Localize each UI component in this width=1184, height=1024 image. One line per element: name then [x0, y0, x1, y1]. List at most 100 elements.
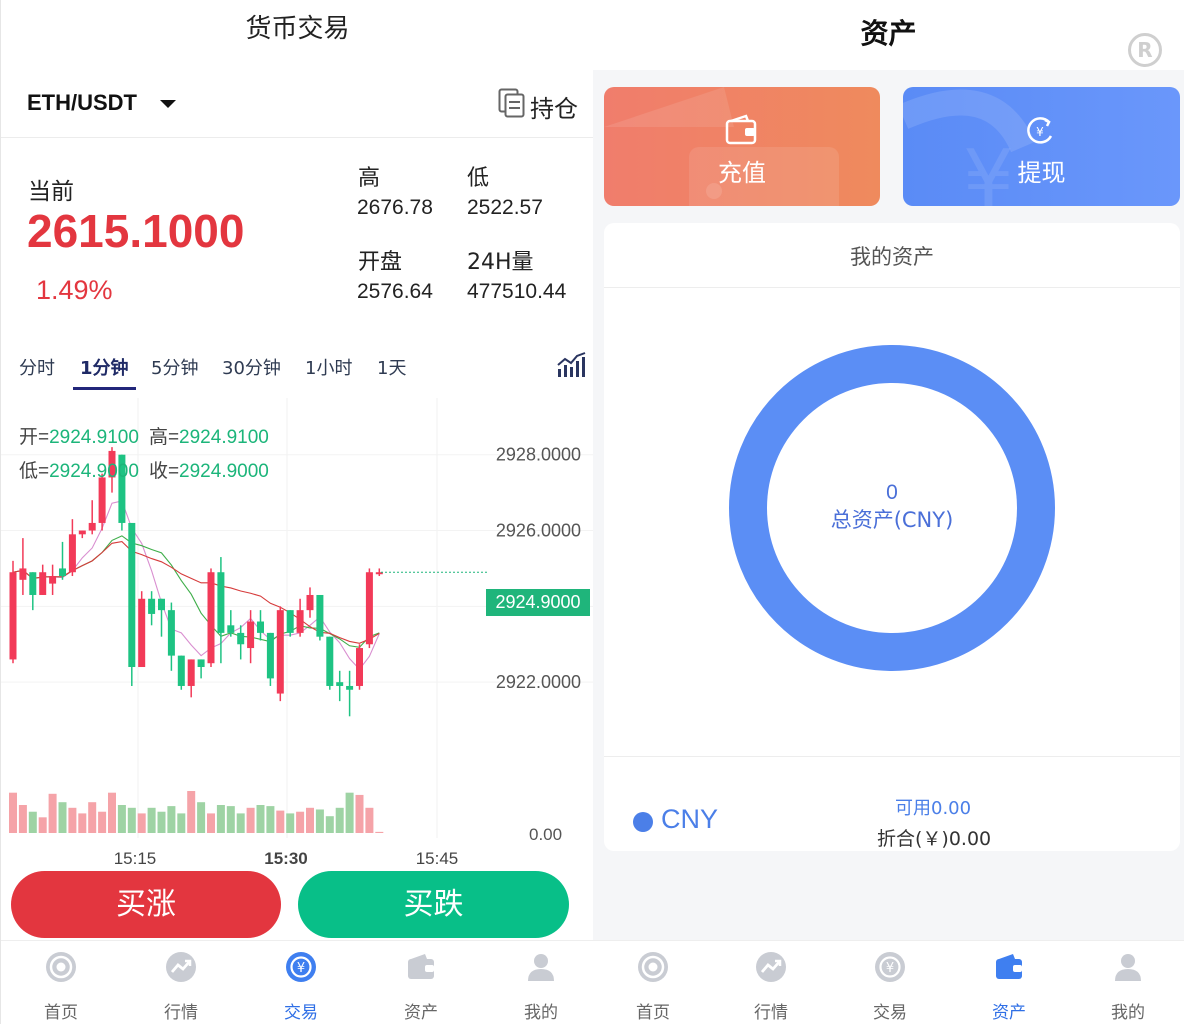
candle-body — [237, 632, 245, 645]
volume-bar — [88, 802, 97, 833]
buy-down-button[interactable]: 买跌 — [298, 871, 569, 938]
svg-text:¥: ¥ — [1036, 125, 1044, 139]
volume-bar — [256, 805, 265, 833]
wallet-icon — [996, 954, 1022, 979]
volume-axis-label: 0.00 — [529, 825, 562, 844]
ohlc-row-1: 开=2924.9100 高=2924.9100 — [19, 422, 279, 449]
caret-down-icon[interactable] — [160, 100, 176, 108]
positions-link[interactable]: 持仓 — [530, 89, 578, 124]
pair-selector[interactable]: ETH/USDT — [27, 90, 137, 116]
kline-chart[interactable]: 2928.00002926.00002924.00002922.00000.00… — [1, 398, 593, 866]
tab-market-label: 行情 — [754, 1003, 788, 1023]
divider — [604, 287, 1180, 288]
ohlc-low-label: 低= — [19, 461, 50, 482]
total-assets-label: 总资产(CNY) — [830, 508, 954, 532]
tab-home[interactable]: 首页 — [593, 941, 713, 1024]
available-balance: 可用0.00 — [895, 798, 972, 819]
tab-assets-label: 资产 — [992, 1003, 1026, 1023]
ohlc-close-value: 2924.9000 — [179, 461, 269, 482]
volume-label: 24H量 — [467, 250, 534, 275]
user-icon — [528, 954, 554, 981]
tab-assets[interactable]: 资产 — [361, 941, 481, 1024]
tab-mine[interactable]: 我的 — [1068, 941, 1184, 1024]
period-tab-5min[interactable]: 5分钟 — [151, 354, 198, 380]
volume-bar — [246, 807, 255, 833]
volume-bar — [167, 806, 176, 833]
withdraw-button[interactable]: ¥ ¥ 提现 — [903, 87, 1180, 206]
volume-bar — [78, 813, 87, 833]
candle-body — [29, 572, 37, 595]
total-assets-value: 0 — [886, 481, 898, 504]
withdraw-label: 提现 — [1017, 159, 1066, 187]
trade-panel: 货币交易 ETH/USDT 持仓 当前 2615.1000 1.49% 高 26… — [0, 0, 593, 1024]
tab-mine-label: 我的 — [1111, 1003, 1145, 1023]
period-tab-30min[interactable]: 30分钟 — [222, 354, 281, 380]
my-assets-title: 我的资产 — [850, 245, 934, 269]
tab-home-label: 首页 — [44, 1003, 78, 1023]
home-icon — [46, 952, 76, 982]
tab-trade[interactable]: ¥ 交易 — [830, 941, 950, 1024]
candle-body — [59, 568, 66, 577]
tab-market[interactable]: 行情 — [121, 941, 241, 1024]
volume-bar — [38, 817, 47, 833]
tab-market[interactable]: 行情 — [711, 941, 831, 1024]
deposit-button[interactable]: 充值 — [604, 87, 880, 206]
volume-bar — [127, 807, 136, 833]
candle-body — [227, 625, 235, 633]
period-tab-1min[interactable]: 1分钟 — [80, 354, 129, 380]
wallet-icon — [408, 954, 434, 979]
volume-bar — [306, 807, 314, 833]
positions-icon[interactable] — [498, 88, 526, 118]
period-tab-1hour[interactable]: 1小时 — [305, 354, 352, 380]
tab-home[interactable]: 首页 — [1, 941, 121, 1024]
ohlc-high-label: 高= — [148, 427, 180, 448]
volume-bar — [117, 805, 126, 833]
svg-text:¥: ¥ — [886, 961, 894, 976]
candle-body — [336, 682, 344, 686]
user-icon — [1115, 954, 1141, 981]
tab-trade[interactable]: ¥ 交易 — [241, 941, 361, 1024]
bottom-tab-bar: 首页 行情 ¥ 交易 资产 我的 — [593, 940, 1184, 1024]
trade-icon: ¥ — [875, 952, 905, 982]
volume-bar — [296, 811, 305, 833]
x-tick-label: 15:30 — [264, 849, 307, 866]
tab-market-label: 行情 — [164, 1003, 198, 1023]
legend-dot — [633, 812, 653, 832]
volume-bar — [335, 807, 344, 833]
candle-body — [177, 655, 185, 686]
candle-body — [158, 598, 165, 611]
registered-mark-icon: R — [1128, 33, 1162, 67]
candle-body — [98, 477, 106, 523]
volume-bar — [48, 793, 57, 833]
market-icon — [166, 952, 196, 982]
indicator-chart-icon[interactable] — [556, 351, 588, 379]
candle-body — [68, 534, 76, 573]
candle-body — [316, 594, 324, 637]
candle-body — [88, 522, 96, 531]
tab-assets[interactable]: 资产 — [949, 941, 1069, 1024]
volume-bar — [9, 792, 17, 833]
candle-body — [39, 572, 47, 595]
volume-bar — [137, 813, 146, 833]
ohlc-low-value: 2924.9000 — [49, 461, 139, 482]
candle-body — [167, 610, 175, 656]
candle-body — [78, 530, 86, 535]
volume-bar — [325, 816, 334, 833]
ohlc-high-value: 2924.9100 — [179, 427, 269, 448]
current-price: 2615.1000 — [27, 205, 245, 257]
withdraw-card-decoration: ¥ — [903, 89, 1035, 206]
volume-bar — [266, 806, 275, 833]
open-label: 开盘 — [358, 250, 403, 275]
period-tab-timeshare[interactable]: 分时 — [19, 354, 55, 380]
buy-up-button[interactable]: 买涨 — [11, 871, 281, 938]
candle-body — [266, 632, 274, 679]
volume-bar — [216, 805, 225, 833]
svg-text:¥: ¥ — [297, 961, 305, 976]
period-tab-1day[interactable]: 1天 — [377, 354, 406, 380]
candle-body — [128, 522, 136, 668]
page-title: 货币交易 — [245, 14, 350, 44]
open-value: 2576.64 — [357, 280, 433, 303]
tab-mine[interactable]: 我的 — [481, 941, 593, 1024]
volume-bar — [108, 792, 116, 833]
candle-body — [207, 572, 215, 664]
